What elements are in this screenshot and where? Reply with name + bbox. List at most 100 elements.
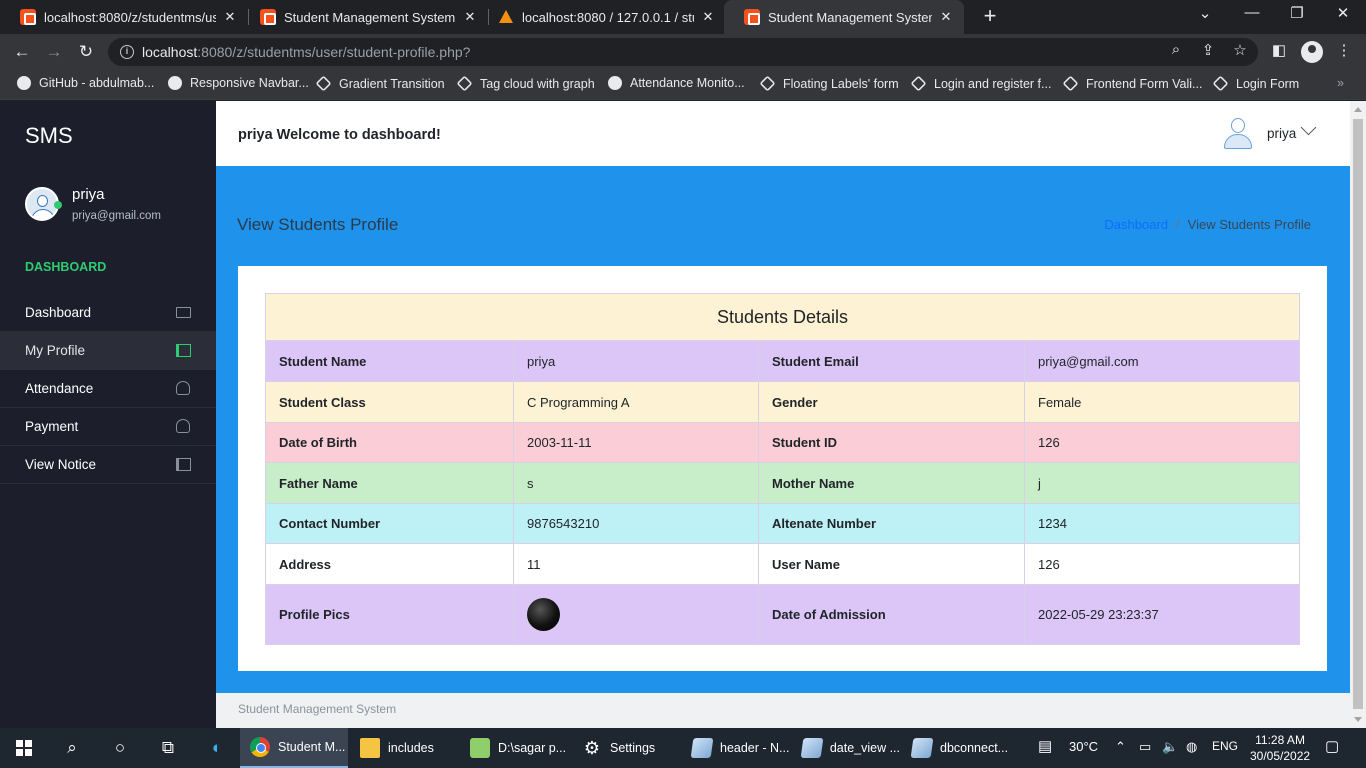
bookmark-item[interactable]: Tag cloud with graph <box>456 75 595 92</box>
bookmark-item[interactable]: Floating Labels' form <box>759 75 899 92</box>
side-panel-icon[interactable]: ◧ <box>1268 41 1290 59</box>
sidebar-item-attendance[interactable]: Attendance <box>0 370 216 408</box>
github-icon <box>17 76 31 90</box>
scroll-thumb[interactable] <box>1353 119 1363 709</box>
bookmark-item[interactable]: Login and register f... <box>910 75 1051 92</box>
battery-icon[interactable]: ▭ <box>1139 739 1151 755</box>
field-label: Address <box>265 543 514 585</box>
page-title: View Students Profile <box>237 215 399 234</box>
bookmark-item[interactable]: Gradient Transition <box>315 75 445 92</box>
user-avatar-icon[interactable] <box>1223 117 1253 149</box>
browser-tab-1[interactable]: localhost:8080/z/studentms/user ✕ <box>0 0 248 34</box>
forward-arrow-icon[interactable]: → <box>43 41 65 63</box>
xampp-favicon-icon <box>260 9 276 25</box>
tab-title: localhost:8080 / 127.0.0.1 / stude <box>522 9 694 25</box>
taskbar-app-notepad-dbconnect[interactable]: dbconnect... <box>902 728 1010 768</box>
close-icon[interactable]: ✕ <box>700 9 716 25</box>
zoom-search-icon[interactable]: ⌕ <box>1165 41 1187 58</box>
breadcrumb-separator: / <box>1176 217 1180 232</box>
weather-temperature[interactable]: 30°C <box>1069 739 1098 754</box>
back-arrow-icon[interactable]: ← <box>11 41 33 63</box>
table-row: Date of Birth 2003-11-11 Student ID 126 <box>265 422 1300 463</box>
minimize-icon[interactable]: — <box>1240 4 1264 21</box>
taskbar-app-explorer[interactable]: includes <box>350 728 458 768</box>
bookmark-item[interactable]: Login Form <box>1212 75 1299 92</box>
restore-icon[interactable]: ❐ <box>1285 4 1309 22</box>
clock-time: 11:28 AM <box>1255 733 1305 747</box>
field-label: Father Name <box>265 462 514 504</box>
new-tab-plus-icon[interactable]: + <box>978 5 1002 29</box>
menu-heading: DASHBOARD <box>25 260 107 274</box>
share-icon[interactable]: ⇪ <box>1197 41 1219 59</box>
chevron-down-icon[interactable] <box>1300 119 1317 136</box>
field-label: Mother Name <box>758 462 1025 504</box>
brand-logo[interactable]: SMS <box>25 123 73 149</box>
input-language[interactable]: ENG <box>1212 739 1238 753</box>
sidebar-item-label: Attendance <box>25 381 94 396</box>
taskbar-app-notepad-date-view[interactable]: date_view ... <box>792 728 900 768</box>
browser-tab-3[interactable]: localhost:8080 / 127.0.0.1 / stude ✕ <box>478 0 726 34</box>
field-value: 11 <box>513 543 759 585</box>
field-label: Student Name <box>265 340 514 382</box>
page-scrollbar[interactable] <box>1350 101 1366 728</box>
sidebar-item-payment[interactable]: Payment <box>0 408 216 446</box>
notepad-icon <box>690 738 714 758</box>
windows-start-icon[interactable] <box>16 740 32 756</box>
chrome-menu-icon[interactable]: ⋮ <box>1333 41 1355 59</box>
news-weather-icon[interactable]: ▤ <box>1038 737 1052 755</box>
breadcrumb: Dashboard / View Students Profile <box>1104 217 1311 232</box>
taskbar-app-notepadpp[interactable]: D:\sagar p... <box>460 728 568 768</box>
address-bar[interactable]: i localhost:8080/z/studentms/user/studen… <box>108 38 1258 66</box>
browser-toolbar: ← → ↻ i localhost:8080/z/studentms/user/… <box>0 34 1366 70</box>
sidebar-item-view-notice[interactable]: View Notice <box>0 446 216 484</box>
bookmark-item[interactable]: Frontend Form Vali... <box>1062 75 1202 92</box>
browser-tab-2[interactable]: Student Management System|||D ✕ <box>240 0 488 34</box>
taskbar-app-notepad-header[interactable]: header - N... <box>682 728 790 768</box>
bookmark-item[interactable]: Attendance Monito... <box>608 76 745 90</box>
windows-taskbar: ⌕ ○ ⧉ ◐ Student M... includes D:\sagar p… <box>0 728 1366 768</box>
close-icon[interactable]: ✕ <box>462 9 478 25</box>
sidebar-item-dashboard[interactable]: Dashboard <box>0 294 216 332</box>
field-value: j <box>1024 462 1300 504</box>
task-view-icon[interactable]: ⧉ <box>157 737 179 759</box>
scroll-down-arrow-icon[interactable] <box>1354 717 1362 722</box>
chrome-profile-avatar-icon[interactable] <box>1301 41 1323 63</box>
breadcrumb-dashboard-link[interactable]: Dashboard <box>1104 217 1168 232</box>
codepen-icon <box>1212 75 1229 92</box>
profile-picture <box>527 598 560 631</box>
globe-icon <box>608 76 622 90</box>
sidebar-item-my-profile[interactable]: My Profile <box>0 332 216 370</box>
system-clock[interactable]: 11:28 AM 30/05/2022 <box>1250 732 1310 764</box>
cortana-circle-icon[interactable]: ○ <box>109 737 131 759</box>
book-icon <box>175 343 191 359</box>
taskbar-app-chrome[interactable]: Student M... <box>240 728 348 768</box>
sidebar-item-label: View Notice <box>25 457 97 472</box>
monitor-icon <box>175 305 191 321</box>
table-row: Student Name priya Student Email priya@g… <box>265 340 1300 382</box>
bookmark-item[interactable]: GitHub - abdulmab... <box>17 76 154 90</box>
tab-search-chevron-icon[interactable]: ⌄ <box>1193 4 1217 22</box>
search-icon[interactable]: ⌕ <box>61 737 83 759</box>
sidebar-item-label: Payment <box>25 419 79 434</box>
browser-tab-4-active[interactable]: Student Management System|| V ✕ <box>724 0 964 34</box>
site-info-icon[interactable]: i <box>120 45 134 59</box>
close-icon[interactable]: ✕ <box>222 9 238 25</box>
bookmark-item[interactable]: Responsive Navbar... <box>168 76 309 90</box>
profile-card: Students Details Student Name priya Stud… <box>238 266 1327 671</box>
taskbar-app-settings[interactable]: ⚙ Settings <box>572 728 680 768</box>
taskbar-app-label: dbconnect... <box>940 741 1009 755</box>
network-globe-icon[interactable]: ◍ <box>1186 739 1197 755</box>
bookmark-star-icon[interactable]: ☆ <box>1229 41 1251 59</box>
profile-dropdown-username[interactable]: priya <box>1267 126 1296 141</box>
window-close-icon[interactable]: ✕ <box>1331 4 1355 22</box>
browser-tab-bar: localhost:8080/z/studentms/user ✕ Studen… <box>0 0 1366 34</box>
reload-icon[interactable]: ↻ <box>75 41 97 63</box>
field-value: 126 <box>1024 422 1300 463</box>
scroll-up-arrow-icon[interactable] <box>1354 107 1362 112</box>
bookmarks-overflow-icon[interactable]: » <box>1337 76 1344 90</box>
close-icon[interactable]: ✕ <box>938 9 954 25</box>
notification-center-icon[interactable]: ▢ <box>1325 737 1339 755</box>
edge-browser-icon[interactable]: ◐ <box>206 737 228 759</box>
volume-muted-icon[interactable]: 🔈 <box>1162 739 1178 755</box>
show-hidden-icons-chevron-icon[interactable]: ⌃ <box>1115 739 1126 755</box>
